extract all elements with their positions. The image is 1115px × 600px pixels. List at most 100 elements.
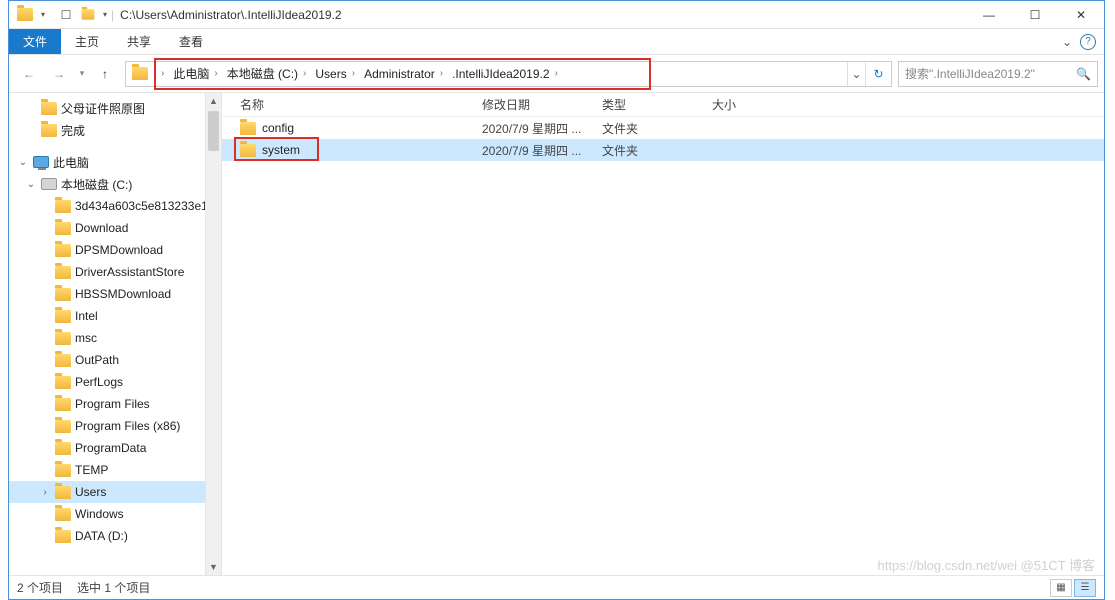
refresh-button[interactable]: ↻: [865, 62, 891, 86]
breadcrumb-item: .IntelliJIdea2019.2›: [450, 67, 565, 81]
file-name: config: [262, 121, 294, 135]
title-icon-group: ▾: [9, 8, 53, 21]
search-icon[interactable]: 🔍: [1076, 67, 1091, 81]
folder-icon: [55, 530, 71, 543]
tree-item[interactable]: Program Files (x86): [9, 415, 221, 437]
scroll-up-icon[interactable]: ▲: [206, 93, 221, 109]
drive-icon: [41, 178, 57, 190]
minimize-button[interactable]: —: [966, 1, 1012, 29]
tree-item[interactable]: TEMP: [9, 459, 221, 481]
sidebar-scrollbar[interactable]: ▲ ▼: [205, 93, 221, 575]
address-folder-icon: [132, 67, 148, 80]
folder-icon: [41, 102, 57, 115]
address-bar[interactable]: › 此电脑› 本地磁盘 (C:)› Users› Administrator› …: [125, 61, 892, 87]
folder-icon: [55, 200, 71, 213]
ribbon: 文件 主页 共享 查看 ⌄ ?: [9, 29, 1104, 55]
qat-dropdown-icon[interactable]: ▾: [103, 10, 107, 19]
nav-forward-button[interactable]: →: [45, 60, 73, 88]
chevron-down-icon[interactable]: ▾: [41, 10, 45, 19]
new-folder-icon[interactable]: [79, 6, 97, 24]
folder-icon: [55, 244, 71, 257]
view-details-button[interactable]: ☰: [1074, 579, 1096, 597]
tree-item[interactable]: Intel: [9, 305, 221, 327]
tree-item[interactable]: 3d434a603c5e813233e1: [9, 195, 221, 217]
folder-icon: [41, 124, 57, 137]
file-row[interactable]: config 2020/7/9 星期四 ... 文件夹: [222, 117, 1104, 139]
nav-back-button[interactable]: ←: [15, 60, 43, 88]
tree-item[interactable]: HBSSMDownload: [9, 283, 221, 305]
tree-item[interactable]: ProgramData: [9, 437, 221, 459]
file-date: 2020/7/9 星期四 ...: [482, 120, 602, 137]
window-title: C:\Users\Administrator\.IntelliJIdea2019…: [114, 8, 966, 22]
explorer-window: ▾ ☐ ▾ | C:\Users\Administrator\.IntelliJ…: [8, 0, 1105, 600]
folder-icon: [55, 354, 71, 367]
folder-icon: [55, 288, 71, 301]
status-selected: 选中 1 个项目: [77, 579, 150, 596]
column-headers[interactable]: 名称 修改日期 类型 大小: [222, 93, 1104, 117]
navbar: ← → ▾ ↑ › 此电脑› 本地磁盘 (C:)› Users› Adminis…: [9, 55, 1104, 93]
ribbon-tab-share[interactable]: 共享: [113, 29, 165, 54]
window-controls: — ☐ ✕: [966, 1, 1104, 29]
tree-item[interactable]: DATA (D:): [9, 525, 221, 547]
folder-icon: [55, 376, 71, 389]
folder-icon: [55, 332, 71, 345]
breadcrumb-item: 本地磁盘 (C:)›: [225, 65, 314, 82]
ribbon-tab-view[interactable]: 查看: [165, 29, 217, 54]
titlebar: ▾ ☐ ▾ | C:\Users\Administrator\.IntelliJ…: [9, 1, 1104, 29]
tree-item[interactable]: DPSMDownload: [9, 239, 221, 261]
chevron-right-icon[interactable]: ›: [550, 68, 563, 79]
quick-access-toolbar: ☐ ▾ |: [57, 6, 114, 24]
help-icon[interactable]: ?: [1080, 34, 1096, 50]
search-placeholder: 搜索".IntelliJIdea2019.2": [905, 65, 1035, 82]
tree-item[interactable]: DriverAssistantStore: [9, 261, 221, 283]
pc-icon: [33, 156, 49, 168]
tree-item[interactable]: Download: [9, 217, 221, 239]
col-header-size[interactable]: 大小: [712, 96, 792, 113]
folder-icon: [55, 486, 71, 499]
folder-icon: [55, 508, 71, 521]
tree-item[interactable]: msc: [9, 327, 221, 349]
tree-item[interactable]: PerfLogs: [9, 371, 221, 393]
ribbon-expand-icon[interactable]: ⌄: [1062, 35, 1072, 49]
search-input[interactable]: 搜索".IntelliJIdea2019.2" 🔍: [898, 61, 1098, 87]
scroll-down-icon[interactable]: ▼: [206, 559, 221, 575]
tree-item[interactable]: Program Files: [9, 393, 221, 415]
folder-icon: [55, 398, 71, 411]
file-row[interactable]: system 2020/7/9 星期四 ... 文件夹: [222, 139, 1104, 161]
close-button[interactable]: ✕: [1058, 1, 1104, 29]
file-name: system: [262, 143, 300, 157]
nav-tree[interactable]: 父母证件照原图完成 ⌄此电脑⌄本地磁盘 (C:)3d434a603c5e81323…: [9, 93, 222, 575]
tree-item-pc[interactable]: ⌄此电脑: [9, 151, 221, 173]
col-header-date[interactable]: 修改日期: [482, 96, 602, 113]
folder-icon: [17, 8, 33, 21]
breadcrumb-root-sep[interactable]: ›: [154, 68, 171, 79]
folder-icon: [240, 144, 256, 157]
breadcrumb-item: Administrator›: [362, 67, 450, 81]
ribbon-file-tab[interactable]: 文件: [9, 29, 61, 54]
address-dropdown-icon[interactable]: ⌄: [847, 62, 865, 86]
ribbon-tab-home[interactable]: 主页: [61, 29, 113, 54]
nav-history-dropdown[interactable]: ▾: [75, 60, 89, 88]
chevron-right-icon[interactable]: ›: [209, 68, 222, 79]
tree-item[interactable]: Windows: [9, 503, 221, 525]
file-type: 文件夹: [602, 120, 712, 137]
folder-icon: [55, 266, 71, 279]
tree-item[interactable]: 父母证件照原图: [9, 97, 221, 119]
scrollbar-thumb[interactable]: [208, 111, 219, 151]
folder-icon: [55, 464, 71, 477]
tree-item[interactable]: 完成: [9, 119, 221, 141]
col-header-type[interactable]: 类型: [602, 96, 712, 113]
chevron-right-icon[interactable]: ›: [347, 68, 360, 79]
col-header-name[interactable]: 名称: [222, 96, 482, 113]
content-area: 父母证件照原图完成 ⌄此电脑⌄本地磁盘 (C:)3d434a603c5e81323…: [9, 93, 1104, 575]
properties-icon[interactable]: ☐: [57, 6, 75, 24]
tree-item[interactable]: OutPath: [9, 349, 221, 371]
folder-icon: [55, 442, 71, 455]
tree-item[interactable]: ›Users: [9, 481, 221, 503]
maximize-button[interactable]: ☐: [1012, 1, 1058, 29]
nav-up-button[interactable]: ↑: [91, 60, 119, 88]
chevron-right-icon[interactable]: ›: [435, 68, 448, 79]
tree-item-drive[interactable]: ⌄本地磁盘 (C:): [9, 173, 221, 195]
view-thumbnails-button[interactable]: ▦: [1050, 579, 1072, 597]
chevron-right-icon[interactable]: ›: [298, 68, 311, 79]
